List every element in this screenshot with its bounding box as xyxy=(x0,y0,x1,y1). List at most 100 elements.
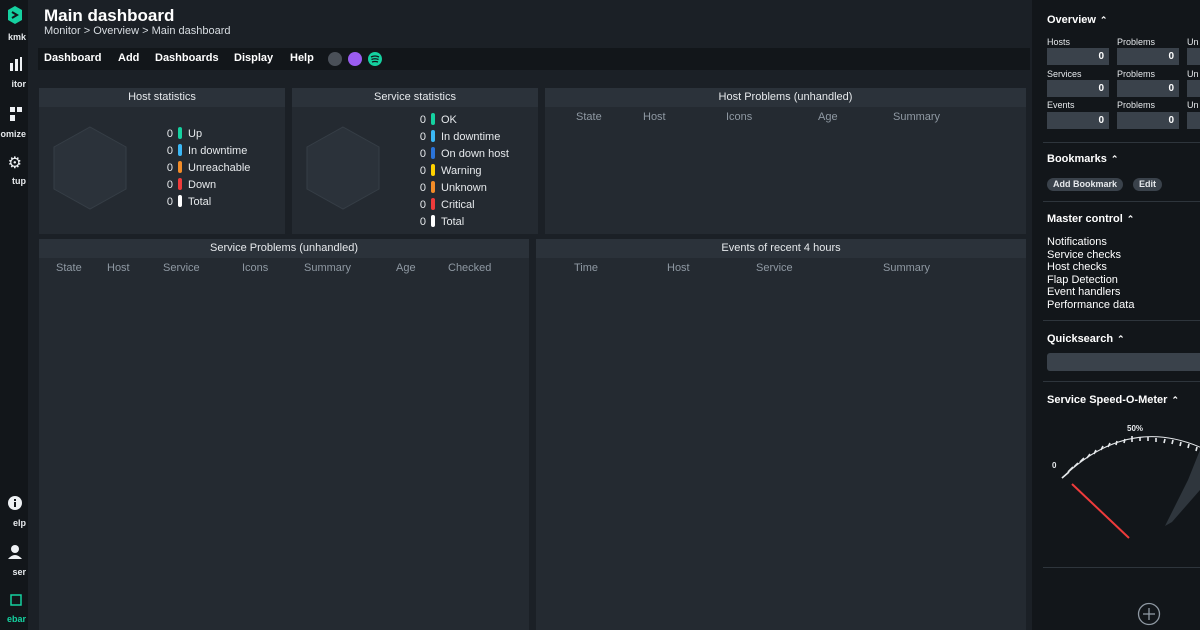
bookmarks-title[interactable]: Bookmarks ⌃ xyxy=(1047,153,1118,165)
service-stat-unknown[interactable]: 0 Unknown xyxy=(418,181,487,195)
column-header-age[interactable]: Age xyxy=(818,111,838,123)
column-header-state[interactable]: State xyxy=(576,111,602,123)
status-bar xyxy=(178,178,182,190)
quicksearch-input[interactable] xyxy=(1047,353,1200,371)
column-header-time[interactable]: Time xyxy=(574,262,598,274)
menu-dashboards[interactable]: Dashboards xyxy=(155,52,219,64)
overview-label: Events xyxy=(1047,100,1075,110)
add-bookmark-button[interactable]: Add Bookmark xyxy=(1047,178,1124,191)
status-bar xyxy=(431,164,435,176)
chevron-up-icon: ⌃ xyxy=(1099,15,1108,25)
overview-title[interactable]: Overview ⌃ xyxy=(1047,14,1107,26)
nav-sidebar[interactable]: ebar xyxy=(0,594,28,624)
master-control-host-checks[interactable]: Host checks xyxy=(1047,261,1107,273)
service-statistics-dashlet: Service statistics 0 OK 0 In downtime 0 On … xyxy=(292,88,538,234)
host-stat-unreachable[interactable]: 0 Unreachable xyxy=(165,161,250,175)
checkmk-logo-icon xyxy=(0,6,28,28)
service-stat-on-down-host[interactable]: 0 On down host xyxy=(418,147,509,161)
nav-monitor[interactable]: itor xyxy=(0,57,28,89)
column-header-icons[interactable]: Icons xyxy=(726,111,752,123)
service-hexagon-icon xyxy=(306,126,380,215)
breadcrumb[interactable]: Monitor > Overview > Main dashboard xyxy=(44,25,230,37)
column-header-checked[interactable]: Checked xyxy=(448,262,491,274)
column-header-icons[interactable]: Icons xyxy=(242,262,268,274)
overview-label: Un xyxy=(1187,69,1199,79)
feedback-icon[interactable] xyxy=(368,52,382,66)
overview-label: Problems xyxy=(1117,37,1156,47)
left-navigation: kmk itor omize ⚙ tup elp ser ebar xyxy=(0,0,28,630)
service-stat-ok[interactable]: 0 OK xyxy=(418,113,457,127)
column-header-host[interactable]: Host xyxy=(643,111,666,123)
globe-icon[interactable] xyxy=(328,52,342,66)
column-header-summary[interactable]: Summary xyxy=(304,262,351,274)
service-unhandled-count[interactable] xyxy=(1187,80,1200,97)
nav-help[interactable]: elp xyxy=(0,496,28,528)
speedometer-title[interactable]: Service Speed-O-Meter ⌃ xyxy=(1047,394,1179,406)
chevron-up-icon: ⌃ xyxy=(1117,334,1125,344)
column-header-host[interactable]: Host xyxy=(667,262,690,274)
overview-label: Hosts xyxy=(1047,37,1071,47)
overview-label: Problems xyxy=(1117,100,1156,110)
events-count[interactable]: 0 xyxy=(1047,112,1109,129)
overview-label: Un xyxy=(1187,100,1199,110)
host-problems-count[interactable]: 0 xyxy=(1117,48,1179,65)
event-problems-count[interactable]: 0 xyxy=(1117,112,1179,129)
master-control-title[interactable]: Master control ⌃ xyxy=(1047,213,1134,225)
service-problems-count[interactable]: 0 xyxy=(1117,80,1179,97)
column-header-service[interactable]: Service xyxy=(163,262,200,274)
quicksearch-title[interactable]: Quicksearch ⌃ xyxy=(1047,333,1125,345)
column-header-host[interactable]: Host xyxy=(107,262,130,274)
nav-label: itor xyxy=(11,79,27,89)
services-count[interactable]: 0 xyxy=(1047,80,1109,97)
master-control-notifications[interactable]: Notifications xyxy=(1047,236,1107,248)
event-unhandled-count[interactable] xyxy=(1187,112,1200,129)
divider xyxy=(1043,201,1200,202)
status-bar xyxy=(178,127,182,139)
host-stat-up[interactable]: 0 Up xyxy=(165,127,202,141)
status-bar xyxy=(431,113,435,125)
master-control-performance-data[interactable]: Performance data xyxy=(1047,299,1134,311)
status-bar xyxy=(178,144,182,156)
service-stat-warning[interactable]: 0 Warning xyxy=(418,164,482,178)
nav-setup[interactable]: ⚙ tup xyxy=(0,156,28,187)
nav-label: ebar xyxy=(6,614,26,624)
speedometer-gauge xyxy=(1061,436,1200,539)
menu-dashboard[interactable]: Dashboard xyxy=(44,52,101,64)
menu-help[interactable]: Help xyxy=(290,52,314,64)
status-bar xyxy=(178,161,182,173)
host-unhandled-count[interactable] xyxy=(1187,48,1200,65)
hosts-count[interactable]: 0 xyxy=(1047,48,1109,65)
master-control-service-checks[interactable]: Service checks xyxy=(1047,249,1121,261)
nav-user[interactable]: ser xyxy=(0,545,28,577)
host-stat-down[interactable]: 0 Down xyxy=(165,178,216,192)
column-header-summary[interactable]: Summary xyxy=(883,262,930,274)
status-bar xyxy=(431,198,435,210)
edit-bookmarks-button[interactable]: Edit xyxy=(1133,178,1162,191)
host-stat-downtime[interactable]: 0 In downtime xyxy=(165,144,247,158)
nav-checkmk[interactable]: kmk xyxy=(0,6,28,42)
divider xyxy=(1043,142,1200,143)
add-snapin-icon[interactable] xyxy=(1137,602,1161,630)
service-stat-total[interactable]: 0 Total xyxy=(418,215,464,229)
monitor-icon xyxy=(0,57,28,75)
chevron-up-icon: ⌃ xyxy=(1110,154,1119,164)
service-stat-downtime[interactable]: 0 In downtime xyxy=(418,130,500,144)
theme-icon[interactable] xyxy=(348,52,362,66)
column-header-state[interactable]: State xyxy=(56,262,82,274)
menu-add[interactable]: Add xyxy=(118,52,139,64)
divider xyxy=(1043,381,1200,382)
master-control-flap-detection[interactable]: Flap Detection xyxy=(1047,274,1118,286)
service-problems-dashlet: Service Problems (unhandled) State Host … xyxy=(39,239,529,630)
host-stat-total[interactable]: 0 Total xyxy=(165,195,211,209)
column-header-age[interactable]: Age xyxy=(396,262,416,274)
divider xyxy=(1043,567,1200,568)
column-header-service[interactable]: Service xyxy=(756,262,793,274)
nav-customize[interactable]: omize xyxy=(0,107,28,139)
host-problems-dashlet: Host Problems (unhandled) State Host Ico… xyxy=(545,88,1026,234)
overview-label: Problems xyxy=(1117,69,1156,79)
master-control-event-handlers[interactable]: Event handlers xyxy=(1047,286,1120,298)
overview-label: Un xyxy=(1187,37,1199,47)
menu-display[interactable]: Display xyxy=(234,52,273,64)
column-header-summary[interactable]: Summary xyxy=(893,111,940,123)
service-stat-critical[interactable]: 0 Critical xyxy=(418,198,475,212)
